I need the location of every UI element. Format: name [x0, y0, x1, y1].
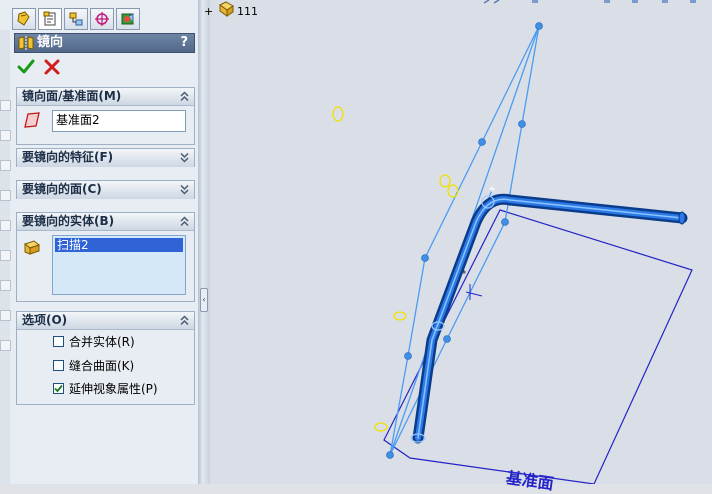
toolbar-ghost-icon[interactable] — [0, 340, 11, 351]
property-manager-panel: 镜向 ? 镜向面/基准面(M) 基准面2 要镜向的特征(F) 要镜向的面(C) … — [0, 0, 200, 484]
mirror-face-group: 镜向面/基准面(M) 基准面2 — [16, 87, 195, 145]
panel-title: 镜向 — [37, 35, 64, 50]
yellow-markers[interactable] — [332, 106, 459, 432]
bodies-to-mirror-group: 要镜向的实体(B) 扫描2 — [16, 212, 195, 302]
mirror-plane-field[interactable]: 基准面2 — [52, 110, 186, 132]
merge-solids-label: 合并实体(R) — [69, 334, 135, 349]
options-label: 选项(O) — [22, 313, 68, 327]
features-to-mirror-group: 要镜向的特征(F) — [16, 148, 195, 167]
merge-solids-checkbox[interactable] — [53, 335, 64, 347]
bodies-to-mirror-label: 要镜向的实体(B) — [22, 214, 115, 228]
left-toolbar-strip — [0, 30, 11, 484]
toolbar-ghost-icon[interactable] — [0, 130, 11, 141]
features-to-mirror-header[interactable]: 要镜向的特征(F) — [17, 149, 194, 167]
cancel-button[interactable] — [43, 58, 61, 78]
model-canvas[interactable] — [210, 0, 712, 484]
faces-to-mirror-label: 要镜向的面(C) — [22, 182, 102, 196]
bodies-to-mirror-header[interactable]: 要镜向的实体(B) — [17, 213, 194, 231]
graphics-viewport[interactable] — [210, 0, 712, 484]
chevron-down-icon[interactable] — [179, 151, 190, 164]
toolbar-ghost-icon[interactable] — [0, 190, 11, 201]
faces-to-mirror-group: 要镜向的面(C) — [16, 180, 195, 199]
sweep-body[interactable] — [412, 193, 688, 444]
view-toolbar-fragment[interactable] — [632, 0, 638, 3]
dimxpert-icon[interactable] — [90, 8, 114, 30]
close-icon — [44, 59, 60, 75]
ok-button[interactable] — [17, 58, 35, 78]
toolbar-ghost-icon[interactable] — [0, 100, 11, 111]
toolbar-ghost-icon[interactable] — [0, 280, 11, 291]
part-icon[interactable] — [218, 1, 236, 17]
collapse-panel-button[interactable]: ‹ — [200, 288, 208, 312]
view-toolbar-fragment[interactable] — [690, 0, 696, 3]
faces-to-mirror-header[interactable]: 要镜向的面(C) — [17, 181, 194, 199]
toolbar-ghost-icon[interactable] — [0, 250, 11, 261]
knit-surfaces-option[interactable]: 缝合曲面(K) — [53, 357, 134, 373]
merge-solids-option[interactable]: 合并实体(R) — [53, 333, 135, 349]
tree-part-label[interactable]: 111 — [237, 5, 258, 18]
check-icon — [17, 59, 35, 74]
knit-surfaces-label: 缝合曲面(K) — [69, 358, 135, 373]
chevron-up-icon[interactable] — [179, 215, 190, 228]
chevron-up-icon[interactable] — [179, 314, 190, 327]
mirror-face-label: 镜向面/基准面(M) — [22, 89, 122, 103]
list-item-selected[interactable]: 扫描2 — [55, 238, 183, 252]
property-manager-titlebar: 镜向 ? — [14, 33, 195, 53]
mirror-icon — [18, 36, 34, 50]
view-toolbar-fragment[interactable] — [604, 0, 610, 3]
view-toolbar-fragment[interactable] — [483, 0, 500, 4]
propagate-visual-checkbox[interactable] — [53, 382, 64, 394]
toolbar-ghost-icon[interactable] — [0, 310, 11, 321]
display-manager-icon[interactable] — [116, 8, 140, 30]
propagate-visual-option[interactable]: 延伸视象属性(P) — [53, 380, 158, 396]
feature-manager-icon[interactable] — [12, 8, 36, 30]
plane-icon — [24, 112, 40, 128]
origin-marker-icon — [489, 186, 495, 192]
knit-surfaces-checkbox[interactable] — [53, 359, 64, 371]
tree-expand-button[interactable]: + — [204, 5, 213, 18]
configuration-manager-icon[interactable] — [64, 8, 88, 30]
options-header[interactable]: 选项(O) — [17, 312, 194, 330]
toolbar-ghost-icon[interactable] — [0, 220, 11, 231]
propagate-visual-label: 延伸视象属性(P) — [69, 381, 158, 396]
mirror-face-header[interactable]: 镜向面/基准面(M) — [17, 88, 194, 106]
panel-splitter[interactable] — [198, 0, 210, 484]
solid-body-icon — [23, 240, 41, 255]
manager-tabs — [12, 8, 140, 30]
help-button[interactable]: ? — [180, 34, 188, 52]
features-to-mirror-label: 要镜向的特征(F) — [22, 150, 114, 164]
toolbar-ghost-icon[interactable] — [0, 160, 11, 171]
chevron-down-icon[interactable] — [179, 183, 190, 196]
options-group: 选项(O) 合并实体(R) 缝合曲面(K) 延伸视象属性(P) — [16, 311, 195, 405]
view-toolbar-fragment[interactable] — [532, 0, 538, 3]
property-manager-icon[interactable] — [38, 8, 62, 30]
checkmark-icon — [54, 384, 63, 392]
chevron-up-icon[interactable] — [179, 90, 190, 103]
bodies-listbox[interactable]: 扫描2 — [52, 235, 186, 295]
view-toolbar-fragment[interactable] — [662, 0, 668, 3]
